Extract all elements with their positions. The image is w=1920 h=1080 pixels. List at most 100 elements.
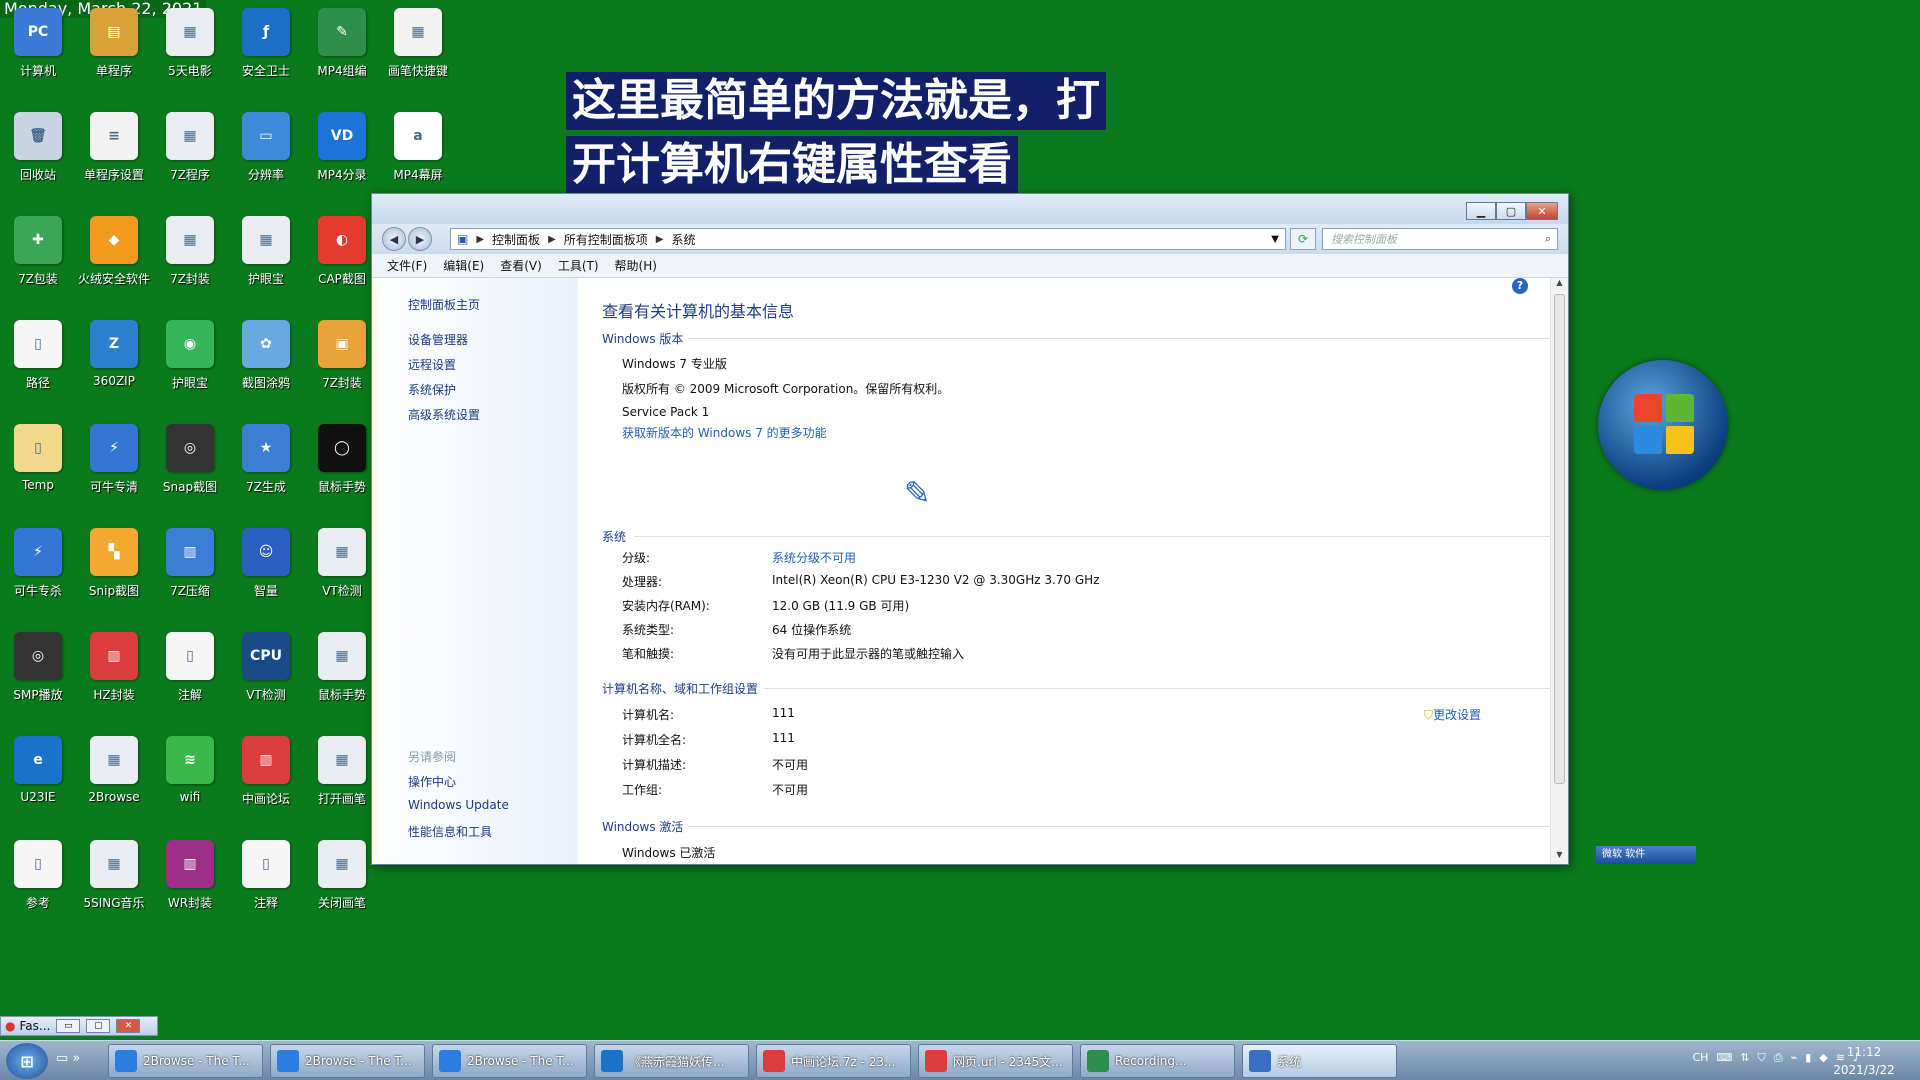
close-button[interactable]: ✕ bbox=[1526, 202, 1558, 220]
desktop-icon[interactable]: ⚡ 可牛专杀 bbox=[0, 520, 76, 616]
vertical-scrollbar[interactable]: ▲ ▼ bbox=[1550, 278, 1568, 864]
desktop-icon[interactable]: PC 计算机 bbox=[0, 0, 76, 96]
change-settings-link[interactable]: ⛉更改设置 bbox=[1424, 706, 1481, 723]
desktop-icon[interactable]: ▦ 画笔快捷键 bbox=[380, 0, 456, 96]
desktop-icon[interactable]: ▦ 7Z程序 bbox=[152, 104, 228, 200]
desktop-icon[interactable]: ◐ CAP截图 bbox=[304, 208, 380, 304]
taskbar-item[interactable]: 中画论坛.7z - 23... bbox=[756, 1044, 911, 1078]
taskbar-item[interactable]: 网页.url - 2345文... bbox=[918, 1044, 1073, 1078]
minimized-window-bar[interactable]: ● Fas... ▭ ▢ ✕ bbox=[0, 1016, 158, 1036]
forward-button[interactable]: ▶ bbox=[408, 227, 432, 251]
close-button[interactable]: ✕ bbox=[116, 1019, 141, 1033]
printer-icon[interactable]: ⎙ bbox=[1774, 1051, 1783, 1065]
desktop-icon[interactable]: ƒ 安全卫士 bbox=[228, 0, 304, 96]
desktop-icon[interactable]: ▦ 打开画笔 bbox=[304, 728, 380, 824]
menu-file[interactable]: 文件(F) bbox=[387, 257, 427, 274]
desktop-icon[interactable]: ▦ 护眼宝 bbox=[228, 208, 304, 304]
shield-icon[interactable]: ⛉ bbox=[1758, 1051, 1766, 1065]
desktop-icon[interactable]: ▥ 中画论坛 bbox=[228, 728, 304, 824]
menu-edit[interactable]: 编辑(E) bbox=[443, 257, 484, 274]
desktop-icon[interactable]: ◯ 鼠标手势 bbox=[304, 416, 380, 512]
desktop-icon[interactable]: ★ 7Z生成 bbox=[228, 416, 304, 512]
desktop-icon[interactable]: ☺ 智量 bbox=[228, 520, 304, 616]
desktop-icon[interactable]: ▯ 注解 bbox=[152, 624, 228, 720]
desktop-icon[interactable]: ▦ 5天电影 bbox=[152, 0, 228, 96]
address-bar[interactable]: ▣ ▶ 控制面板 ▶ 所有控制面板项 ▶ 系统 ▼ bbox=[450, 228, 1286, 250]
nav-action-center[interactable]: 操作中心 bbox=[408, 773, 456, 790]
taskbar-item[interactable]: Recording... bbox=[1080, 1044, 1235, 1078]
desktop-icon[interactable]: ▦ 7Z封装 bbox=[152, 208, 228, 304]
breadcrumb-all-items[interactable]: 所有控制面板项 bbox=[564, 231, 648, 248]
desktop-icon[interactable]: ▦ 关闭画笔 bbox=[304, 832, 380, 928]
desktop-icon[interactable]: ▥ WR封装 bbox=[152, 832, 228, 928]
desktop-icon[interactable]: ◉ 护眼宝 bbox=[152, 312, 228, 408]
desktop-icon[interactable]: ▭ 分辨率 bbox=[228, 104, 304, 200]
desktop-icon[interactable]: ▯ 路径 bbox=[0, 312, 76, 408]
desktop-icon[interactable]: ▚ Snip截图 bbox=[76, 520, 152, 616]
taskbar-item[interactable]: 2Browse - The T... bbox=[432, 1044, 587, 1078]
keyboard-icon[interactable]: ⌨ bbox=[1716, 1051, 1732, 1065]
desktop-icon[interactable]: ✚ 7Z包装 bbox=[0, 208, 76, 304]
desktop-icon[interactable]: ▦ 2Browse bbox=[76, 728, 152, 824]
desktop-icon[interactable]: ▯ 参考 bbox=[0, 832, 76, 928]
menu-tools[interactable]: 工具(T) bbox=[558, 257, 599, 274]
scroll-thumb[interactable] bbox=[1554, 294, 1565, 784]
desktop-icon[interactable]: ✎ MP4组编 bbox=[304, 0, 380, 96]
help-icon[interactable]: ? bbox=[1512, 278, 1528, 294]
network-icon[interactable]: ⇅ bbox=[1740, 1051, 1749, 1065]
title-bar[interactable]: ▁ ▢ ✕ bbox=[372, 194, 1568, 224]
nav-advanced-settings[interactable]: 高级系统设置 bbox=[408, 406, 480, 423]
desktop-icon[interactable]: ✿ 截图涂鸦 bbox=[228, 312, 304, 408]
back-button[interactable]: ◀ bbox=[382, 227, 406, 251]
input-language[interactable]: CH bbox=[1692, 1051, 1708, 1065]
desktop-icon[interactable]: ▦ VT检测 bbox=[304, 520, 380, 616]
scroll-up-icon[interactable]: ▲ bbox=[1551, 278, 1568, 292]
menu-view[interactable]: 查看(V) bbox=[500, 257, 542, 274]
desktop-icon[interactable]: ▣ 7Z封装 bbox=[304, 312, 380, 408]
desktop-icon[interactable]: VD MP4分录 bbox=[304, 104, 380, 200]
clock[interactable]: 11:12 2021/3/22 bbox=[1814, 1043, 1914, 1079]
breadcrumb-system[interactable]: 系统 bbox=[671, 231, 695, 248]
usb-icon[interactable]: ⌁ bbox=[1791, 1051, 1798, 1065]
taskbar-item[interactable]: 2Browse - The T... bbox=[108, 1044, 263, 1078]
nav-system-protection[interactable]: 系统保护 bbox=[408, 381, 456, 398]
show-desktop-icon[interactable]: ▭ » bbox=[56, 1051, 80, 1066]
desktop-icon[interactable]: ▯ 注释 bbox=[228, 832, 304, 928]
desktop-icon[interactable]: ▦ 5SING音乐 bbox=[76, 832, 152, 928]
scroll-down-icon[interactable]: ▼ bbox=[1551, 850, 1568, 864]
desktop-icon[interactable]: ◎ SMP播放 bbox=[0, 624, 76, 720]
desktop-icon[interactable]: ◎ Snap截图 bbox=[152, 416, 228, 512]
taskbar-item[interactable]: 2Browse - The T... bbox=[270, 1044, 425, 1078]
desktop-icon[interactable]: CPU VT检测 bbox=[228, 624, 304, 720]
desktop-icon[interactable]: ⚡ 可牛专清 bbox=[76, 416, 152, 512]
nav-device-manager[interactable]: 设备管理器 bbox=[408, 331, 468, 348]
maximize-button[interactable]: ▢ bbox=[86, 1019, 111, 1033]
nav-control-panel-home[interactable]: 控制面板主页 bbox=[408, 296, 480, 313]
taskbar-item[interactable]: 《燕赤霞猫妖传... bbox=[594, 1044, 749, 1078]
system-row-value[interactable]: 系统分级不可用 bbox=[772, 549, 856, 566]
chevron-down-icon[interactable]: ▼ bbox=[1271, 234, 1279, 245]
desktop-icon[interactable]: ▤ 单程序 bbox=[76, 0, 152, 96]
battery-icon[interactable]: ▮ bbox=[1805, 1051, 1811, 1065]
search-input[interactable]: 搜索控制面板 ⌕ bbox=[1322, 228, 1558, 250]
genuine-badge[interactable]: 微软 软件 bbox=[1596, 846, 1696, 864]
desktop-icon[interactable]: Z 360ZIP bbox=[76, 312, 152, 408]
more-features-link[interactable]: 获取新版本的 Windows 7 的更多功能 bbox=[622, 424, 827, 441]
desktop-icon[interactable]: ▥ HZ封装 bbox=[76, 624, 152, 720]
desktop-icon[interactable]: 🗑 回收站 bbox=[0, 104, 76, 200]
desktop-icon[interactable]: ▥ 7Z压缩 bbox=[152, 520, 228, 616]
minimize-button[interactable]: ▁ bbox=[1466, 202, 1496, 220]
taskbar-item[interactable]: 系统 bbox=[1242, 1044, 1397, 1078]
desktop-icon[interactable]: ≡ 单程序设置 bbox=[76, 104, 152, 200]
start-button[interactable]: ⊞ bbox=[6, 1043, 48, 1079]
desktop-icon[interactable]: ▦ 鼠标手势 bbox=[304, 624, 380, 720]
menu-help[interactable]: 帮助(H) bbox=[615, 257, 657, 274]
restore-button[interactable]: ▭ bbox=[56, 1019, 81, 1033]
nav-windows-update[interactable]: Windows Update bbox=[408, 798, 509, 812]
refresh-button[interactable]: ⟳ bbox=[1290, 228, 1316, 250]
desktop-icon[interactable]: ≋ wifi bbox=[152, 728, 228, 824]
desktop-icon[interactable]: a MP4幕屏 bbox=[380, 104, 456, 200]
breadcrumb-control-panel[interactable]: 控制面板 bbox=[492, 231, 540, 248]
nav-remote-settings[interactable]: 远程设置 bbox=[408, 356, 456, 373]
nav-performance-tools[interactable]: 性能信息和工具 bbox=[408, 823, 492, 840]
